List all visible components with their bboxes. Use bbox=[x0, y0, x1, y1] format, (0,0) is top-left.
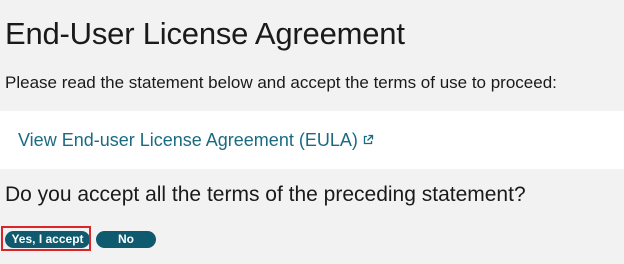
view-eula-link-label: View End-user License Agreement (EULA) bbox=[18, 130, 358, 150]
acceptance-question: Do you accept all the terms of the prece… bbox=[5, 183, 526, 206]
external-link-icon bbox=[362, 127, 374, 153]
view-eula-link[interactable]: View End-user License Agreement (EULA) bbox=[18, 127, 374, 153]
accept-button[interactable]: Yes, I accept bbox=[5, 231, 90, 248]
page-title: End-User License Agreement bbox=[5, 16, 405, 51]
eula-panel: View End-user License Agreement (EULA) bbox=[0, 111, 624, 169]
instruction-text: Please read the statement below and acce… bbox=[5, 73, 557, 92]
decline-button[interactable]: No bbox=[96, 231, 156, 248]
